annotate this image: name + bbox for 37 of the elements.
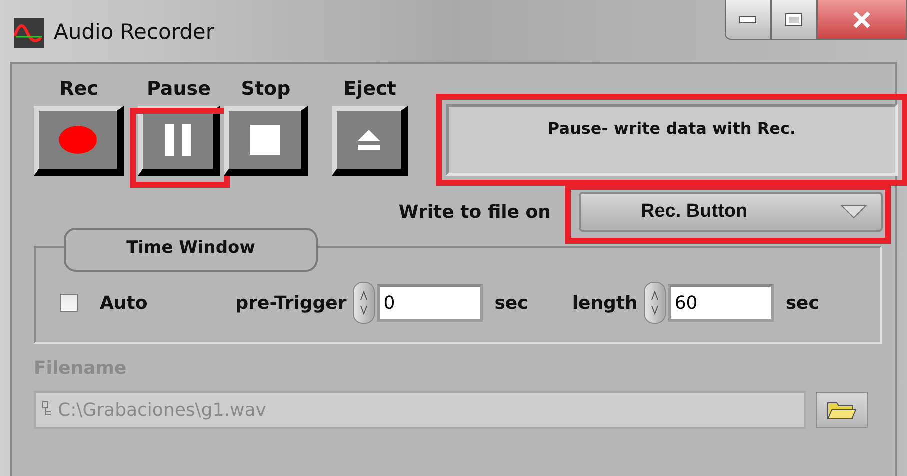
numeric-field[interactable]: 60: [668, 284, 774, 322]
eject-icon: [358, 130, 380, 150]
unit-label: sec: [786, 292, 820, 314]
stop-icon: [250, 125, 280, 155]
auto-label: Auto: [100, 292, 148, 314]
write-mode-label: Write to file on: [398, 202, 551, 222]
status-text: Pause- write data with Rec.: [548, 119, 796, 140]
button-caption: Stop: [241, 78, 291, 100]
field-label: pre-Trigger: [236, 292, 347, 314]
close-button[interactable]: [817, 0, 907, 40]
transport-button[interactable]: [224, 106, 308, 176]
dropdown-arrow-icon: [841, 205, 867, 219]
browse-button[interactable]: [816, 392, 868, 428]
button-caption: Rec: [60, 78, 98, 100]
group-title: Time Window: [126, 238, 256, 260]
minimize-icon: [739, 16, 757, 24]
button-caption: Pause: [147, 78, 211, 100]
folder-icon: [827, 400, 857, 420]
auto-checkbox[interactable]: [60, 294, 78, 312]
unit-label: sec: [494, 292, 528, 314]
waveform-icon: [14, 18, 44, 48]
record-icon: [58, 125, 98, 155]
transport-button[interactable]: [138, 106, 220, 176]
write-mode-dropdown[interactable]: Rec. Button: [579, 192, 883, 232]
button-caption: Eject: [344, 78, 396, 100]
numeric-field[interactable]: 0: [376, 284, 483, 322]
field-label: length: [572, 292, 638, 314]
maximize-button[interactable]: [771, 0, 817, 40]
window-title: Audio Recorder: [54, 20, 214, 44]
transport-button[interactable]: [34, 106, 124, 176]
minimize-button[interactable]: [725, 0, 771, 40]
pause-icon: [163, 124, 193, 156]
transport-button[interactable]: [332, 106, 408, 176]
spinner-icon[interactable]: [644, 282, 666, 324]
close-icon: [852, 10, 872, 28]
maximize-icon: [785, 12, 803, 26]
spinner-icon[interactable]: [352, 282, 375, 324]
